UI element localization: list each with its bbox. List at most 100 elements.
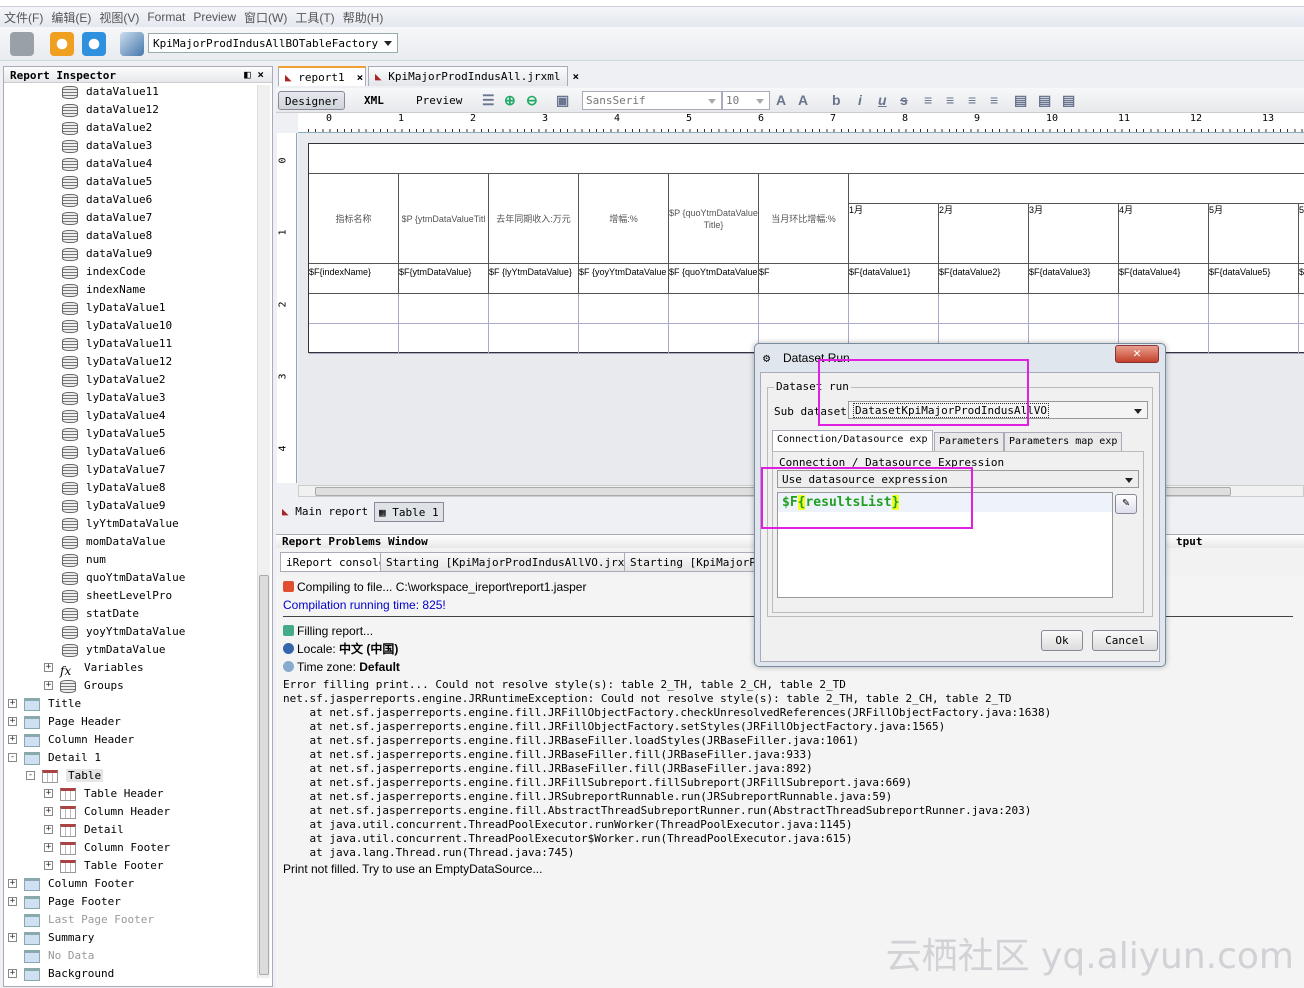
tree-item-background[interactable]: Background bbox=[24, 965, 114, 983]
close-button[interactable]: ✕ bbox=[1115, 345, 1159, 363]
empty-cell[interactable] bbox=[759, 294, 849, 324]
save-all-icon[interactable] bbox=[10, 32, 34, 56]
expand-toggle[interactable]: + bbox=[44, 861, 53, 870]
tree-item-detail-1[interactable]: Detail 1 bbox=[24, 749, 101, 767]
tree-item-title[interactable]: Title bbox=[24, 695, 81, 713]
expand-toggle[interactable]: - bbox=[8, 753, 17, 762]
detail-field[interactable]: $F{dataValue4} bbox=[1119, 264, 1209, 294]
empty-cell[interactable] bbox=[489, 324, 579, 354]
empty-cell[interactable] bbox=[489, 294, 579, 324]
align-right-icon[interactable]: ≡ bbox=[990, 92, 998, 108]
tree-item-field[interactable]: dataValue6 bbox=[62, 191, 152, 209]
tree-item-field[interactable]: dataValue2 bbox=[62, 119, 152, 137]
empty-cell[interactable] bbox=[1209, 294, 1299, 324]
month-header[interactable]: 2月 bbox=[939, 204, 1029, 264]
scroll-thumb[interactable] bbox=[259, 575, 269, 975]
expand-toggle[interactable]: + bbox=[8, 897, 17, 906]
detail-field[interactable]: $F{dataValue2} bbox=[939, 264, 1029, 294]
tab-kpi-jrxml[interactable]: ◣ KpiMajorProdIndusAll.jrxml × bbox=[368, 66, 579, 86]
tab-starting-kpi[interactable]: Starting [KpiMajorPro bbox=[624, 552, 756, 572]
tree-item-summary[interactable]: Summary bbox=[24, 929, 94, 947]
cancel-button[interactable]: Cancel bbox=[1092, 630, 1158, 651]
detail-field[interactable]: $F bbox=[759, 264, 849, 294]
detail-field[interactable]: $F{dataValue1} bbox=[849, 264, 939, 294]
expand-toggle[interactable]: - bbox=[26, 771, 35, 780]
designer-button[interactable]: Designer bbox=[278, 91, 345, 110]
tree-item-no-data[interactable]: No Data bbox=[24, 947, 94, 965]
tree-item-field[interactable]: num bbox=[62, 551, 106, 569]
menu-preview[interactable]: Preview bbox=[193, 10, 236, 24]
preview-button[interactable]: Preview bbox=[410, 91, 468, 110]
tree-item-field[interactable]: lyDataValue9 bbox=[62, 497, 165, 515]
tree-item-column-header[interactable]: Column Header bbox=[24, 731, 134, 749]
tree-item-column-header[interactable]: Column Header bbox=[60, 803, 170, 821]
detail-field[interactable]: $F{indexName} bbox=[309, 264, 399, 294]
tree-item-field[interactable]: dataValue12 bbox=[62, 101, 159, 119]
tree-item-field[interactable]: lyDataValue12 bbox=[62, 353, 172, 371]
tree-item-field[interactable]: lyDataValue8 bbox=[62, 479, 165, 497]
detail-field[interactable]: $F{dataValue5} bbox=[1209, 264, 1299, 294]
tree-item-column-footer[interactable]: Column Footer bbox=[24, 875, 134, 893]
table-column-header[interactable]: 增幅:% bbox=[579, 174, 669, 264]
tree-item-field[interactable]: statDate bbox=[62, 605, 139, 623]
tree-item-page-footer[interactable]: Page Footer bbox=[24, 893, 121, 911]
font-size-select[interactable]: 10 bbox=[722, 91, 770, 110]
empty-cell[interactable] bbox=[399, 294, 489, 324]
edit-expression-button[interactable]: ✎ bbox=[1115, 494, 1137, 514]
tree-item-field[interactable]: momDataValue bbox=[62, 533, 165, 551]
empty-cell[interactable] bbox=[939, 294, 1029, 324]
tree-item-field[interactable]: dataValue9 bbox=[62, 245, 152, 263]
detail-field[interactable]: $F {lyYtmDataValue} bbox=[489, 264, 579, 294]
tree-item-groups[interactable]: Groups bbox=[60, 677, 124, 695]
empty-cell[interactable] bbox=[579, 294, 669, 324]
tree-item-field[interactable]: dataValue8 bbox=[62, 227, 152, 245]
menu-window[interactable]: 窗口(W) bbox=[244, 9, 287, 26]
month-header[interactable]: 1月 bbox=[849, 204, 939, 264]
menu-tools[interactable]: 工具(T) bbox=[295, 9, 334, 26]
align-bottom-icon[interactable]: ▤ bbox=[1062, 92, 1075, 109]
tree-item-field[interactable]: yoyYtmDataValue bbox=[62, 623, 185, 641]
inspector-scrollbar[interactable] bbox=[257, 85, 270, 978]
tree-item-field[interactable]: lyDataValue11 bbox=[62, 335, 172, 353]
table-column-header[interactable]: 当月环比增幅:% bbox=[759, 174, 849, 264]
tree-item-field[interactable]: lyYtmDataValue bbox=[62, 515, 179, 533]
xml-button[interactable]: XML bbox=[358, 91, 390, 110]
tree-item-detail[interactable]: Detail bbox=[60, 821, 124, 839]
close-icon[interactable]: × bbox=[572, 70, 579, 83]
detail-field[interactable]: $F{ytmDataValue} bbox=[399, 264, 489, 294]
tree-item-table-header[interactable]: Table Header bbox=[60, 785, 163, 803]
expand-toggle[interactable]: + bbox=[44, 807, 53, 816]
detail-field[interactable]: $ bbox=[1299, 264, 1304, 294]
italic-icon[interactable]: i bbox=[858, 92, 862, 108]
menu-file[interactable]: 文件(F) bbox=[4, 9, 43, 26]
table-column-header[interactable]: 去年同期收入:万元 bbox=[489, 174, 579, 264]
tree-item-field[interactable]: dataValue5 bbox=[62, 173, 152, 191]
align-top-icon[interactable]: ▤ bbox=[1014, 92, 1027, 109]
tree-item-field[interactable]: lyDataValue6 bbox=[62, 443, 165, 461]
table-column-header[interactable]: $P {ytmDataValueTitl bbox=[399, 174, 489, 264]
datasource-select[interactable]: KpiMajorProdIndusAllBOTableFactory bbox=[148, 33, 398, 53]
tree-item-variables[interactable]: fx Variables bbox=[60, 659, 144, 678]
tree-item-field[interactable]: dataValue4 bbox=[62, 155, 152, 173]
tree-item-field[interactable]: dataValue3 bbox=[62, 137, 152, 155]
strikethrough-icon[interactable]: s bbox=[900, 92, 908, 108]
datasource-icon[interactable] bbox=[120, 32, 144, 56]
decrease-font-icon[interactable]: A bbox=[798, 92, 808, 108]
tree-item-column-footer[interactable]: Column Footer bbox=[60, 839, 170, 857]
tree-item-field[interactable]: lyDataValue7 bbox=[62, 461, 165, 479]
close-icon[interactable]: × bbox=[357, 71, 364, 84]
expand-toggle[interactable]: + bbox=[8, 879, 17, 888]
empty-cell[interactable] bbox=[579, 324, 669, 354]
month-header[interactable]: 5 bbox=[1299, 204, 1304, 264]
empty-cell[interactable] bbox=[309, 324, 399, 354]
tab-connection-datasource[interactable]: Connection/Datasource exp bbox=[772, 430, 933, 452]
tab-table-1[interactable]: ▦ Table 1 bbox=[374, 502, 444, 522]
zoom-in-icon[interactable]: ⊕ bbox=[504, 92, 516, 109]
expand-toggle[interactable]: + bbox=[44, 789, 53, 798]
redo-icon[interactable] bbox=[82, 32, 106, 56]
tab-report1[interactable]: ◣ report1 × bbox=[278, 66, 366, 86]
tab-starting-kpi-vo[interactable]: Starting [KpiMajorProdIndusAllVO.jrxml] bbox=[380, 552, 651, 572]
database-icon[interactable]: ☰ bbox=[482, 92, 495, 109]
table-column-header[interactable]: $P {quoYtmDataValue Title} bbox=[669, 174, 759, 264]
detail-field[interactable]: $F{dataValue3} bbox=[1029, 264, 1119, 294]
